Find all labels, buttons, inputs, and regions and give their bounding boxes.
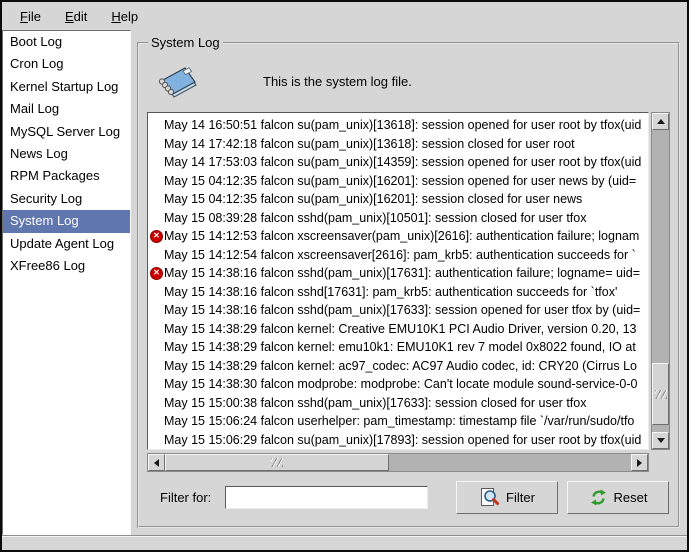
- log-line-error: May 15 14:38:16 falcon sshd(pam_unix)[17…: [148, 264, 648, 283]
- menu-edit[interactable]: Edit: [53, 5, 99, 28]
- sidebar-item-update-agent-log[interactable]: Update Agent Log: [3, 233, 130, 255]
- up-arrow-icon: [657, 115, 665, 124]
- grip-icon: [271, 458, 283, 467]
- log-type-list: Boot Log Cron Log Kernel Startup Log Mai…: [2, 30, 131, 535]
- filter-button[interactable]: Filter: [456, 481, 558, 514]
- groupbox-title: System Log: [148, 35, 223, 50]
- scrollbar-corner: [651, 453, 670, 472]
- log-line: May 15 14:38:29 falcon kernel: Creative …: [148, 320, 648, 339]
- log-line: May 15 14:12:54 falcon xscreensaver[2616…: [148, 246, 648, 265]
- magnifier-document-icon: [479, 487, 500, 508]
- log-line: May 14 16:50:51 falcon su(pam_unix)[1361…: [148, 116, 648, 135]
- log-line: May 15 04:12:35 falcon su(pam_unix)[1620…: [148, 172, 648, 191]
- sidebar-item-mail-log[interactable]: Mail Log: [3, 98, 130, 120]
- vertical-scrollbar-track[interactable]: [652, 130, 669, 432]
- vertical-scrollbar[interactable]: [651, 112, 670, 450]
- horizontal-scrollbar[interactable]: [147, 453, 649, 472]
- sidebar-item-news-log[interactable]: News Log: [3, 143, 130, 165]
- filter-input[interactable]: [225, 486, 428, 509]
- log-line: May 15 04:12:35 falcon su(pam_unix)[1620…: [148, 190, 648, 209]
- sidebar-item-mysql-server-log[interactable]: MySQL Server Log: [3, 121, 130, 143]
- vertical-scrollbar-thumb[interactable]: [652, 363, 669, 425]
- log-description: This is the system log file.: [263, 74, 412, 89]
- sidebar-item-security-log[interactable]: Security Log: [3, 188, 130, 210]
- reset-button[interactable]: Reset: [567, 481, 669, 514]
- log-text-area[interactable]: May 14 16:50:51 falcon su(pam_unix)[1361…: [147, 112, 649, 450]
- horizontal-scrollbar-thumb[interactable]: [165, 454, 389, 471]
- filter-label: Filter for:: [160, 490, 211, 505]
- log-book-icon: [153, 61, 197, 101]
- log-line: May 15 15:06:29 falcon su(pam_unix)[1789…: [148, 431, 648, 450]
- right-arrow-icon: [637, 459, 646, 467]
- menu-help[interactable]: Help: [99, 5, 150, 28]
- system-log-groupbox: System Log This is the system log file.: [137, 35, 680, 528]
- log-line: May 15 14:38:29 falcon kernel: ac97_code…: [148, 357, 648, 376]
- error-icon: [150, 267, 163, 280]
- log-line: May 15 14:38:16 falcon sshd(pam_unix)[17…: [148, 301, 648, 320]
- left-arrow-icon: [150, 459, 159, 467]
- sidebar-item-cron-log[interactable]: Cron Log: [3, 53, 130, 75]
- sidebar-item-rpm-packages[interactable]: RPM Packages: [3, 165, 130, 187]
- system-logs-window: File Edit Help Boot Log Cron Log Kernel …: [0, 0, 689, 552]
- log-line: May 15 15:06:24 falcon userhelper: pam_t…: [148, 412, 648, 431]
- status-bar: [2, 535, 687, 550]
- log-header: This is the system log file.: [147, 50, 670, 112]
- sidebar-item-boot-log[interactable]: Boot Log: [3, 31, 130, 53]
- filter-bar: Filter for: Filter: [147, 472, 670, 518]
- content-area: Boot Log Cron Log Kernel Startup Log Mai…: [2, 30, 687, 535]
- scroll-right-button[interactable]: [631, 454, 648, 471]
- log-line: May 15 14:38:16 falcon sshd[17631]: pam_…: [148, 283, 648, 302]
- scroll-down-button[interactable]: [652, 432, 669, 449]
- log-line: May 15 14:38:29 falcon kernel: emu10k1: …: [148, 338, 648, 357]
- log-line: May 14 17:42:18 falcon su(pam_unix)[1361…: [148, 135, 648, 154]
- horizontal-scrollbar-track[interactable]: [165, 454, 631, 471]
- error-icon: [150, 230, 163, 243]
- log-scroll-region: May 14 16:50:51 falcon su(pam_unix)[1361…: [147, 112, 670, 472]
- down-arrow-icon: [657, 438, 665, 447]
- log-line: May 14 17:53:03 falcon su(pam_unix)[1435…: [148, 153, 648, 172]
- main-panel: System Log This is the system log file.: [131, 30, 687, 535]
- log-line-error: May 15 14:12:53 falcon xscreensaver(pam_…: [148, 227, 648, 246]
- log-line: May 15 15:00:38 falcon sshd(pam_unix)[17…: [148, 394, 648, 413]
- sidebar-item-kernel-startup-log[interactable]: Kernel Startup Log: [3, 76, 130, 98]
- log-line: May 15 08:39:28 falcon sshd(pam_unix)[10…: [148, 209, 648, 228]
- sidebar-item-xfree86-log[interactable]: XFree86 Log: [3, 255, 130, 277]
- menu-file[interactable]: File: [8, 5, 53, 28]
- scroll-left-button[interactable]: [148, 454, 165, 471]
- menu-bar: File Edit Help: [2, 2, 687, 30]
- refresh-arrows-icon: [589, 488, 608, 507]
- sidebar-item-system-log[interactable]: System Log: [3, 210, 130, 232]
- scroll-up-button[interactable]: [652, 113, 669, 130]
- grip-icon: [655, 390, 667, 399]
- log-line: May 15 14:38:30 falcon modprobe: modprob…: [148, 375, 648, 394]
